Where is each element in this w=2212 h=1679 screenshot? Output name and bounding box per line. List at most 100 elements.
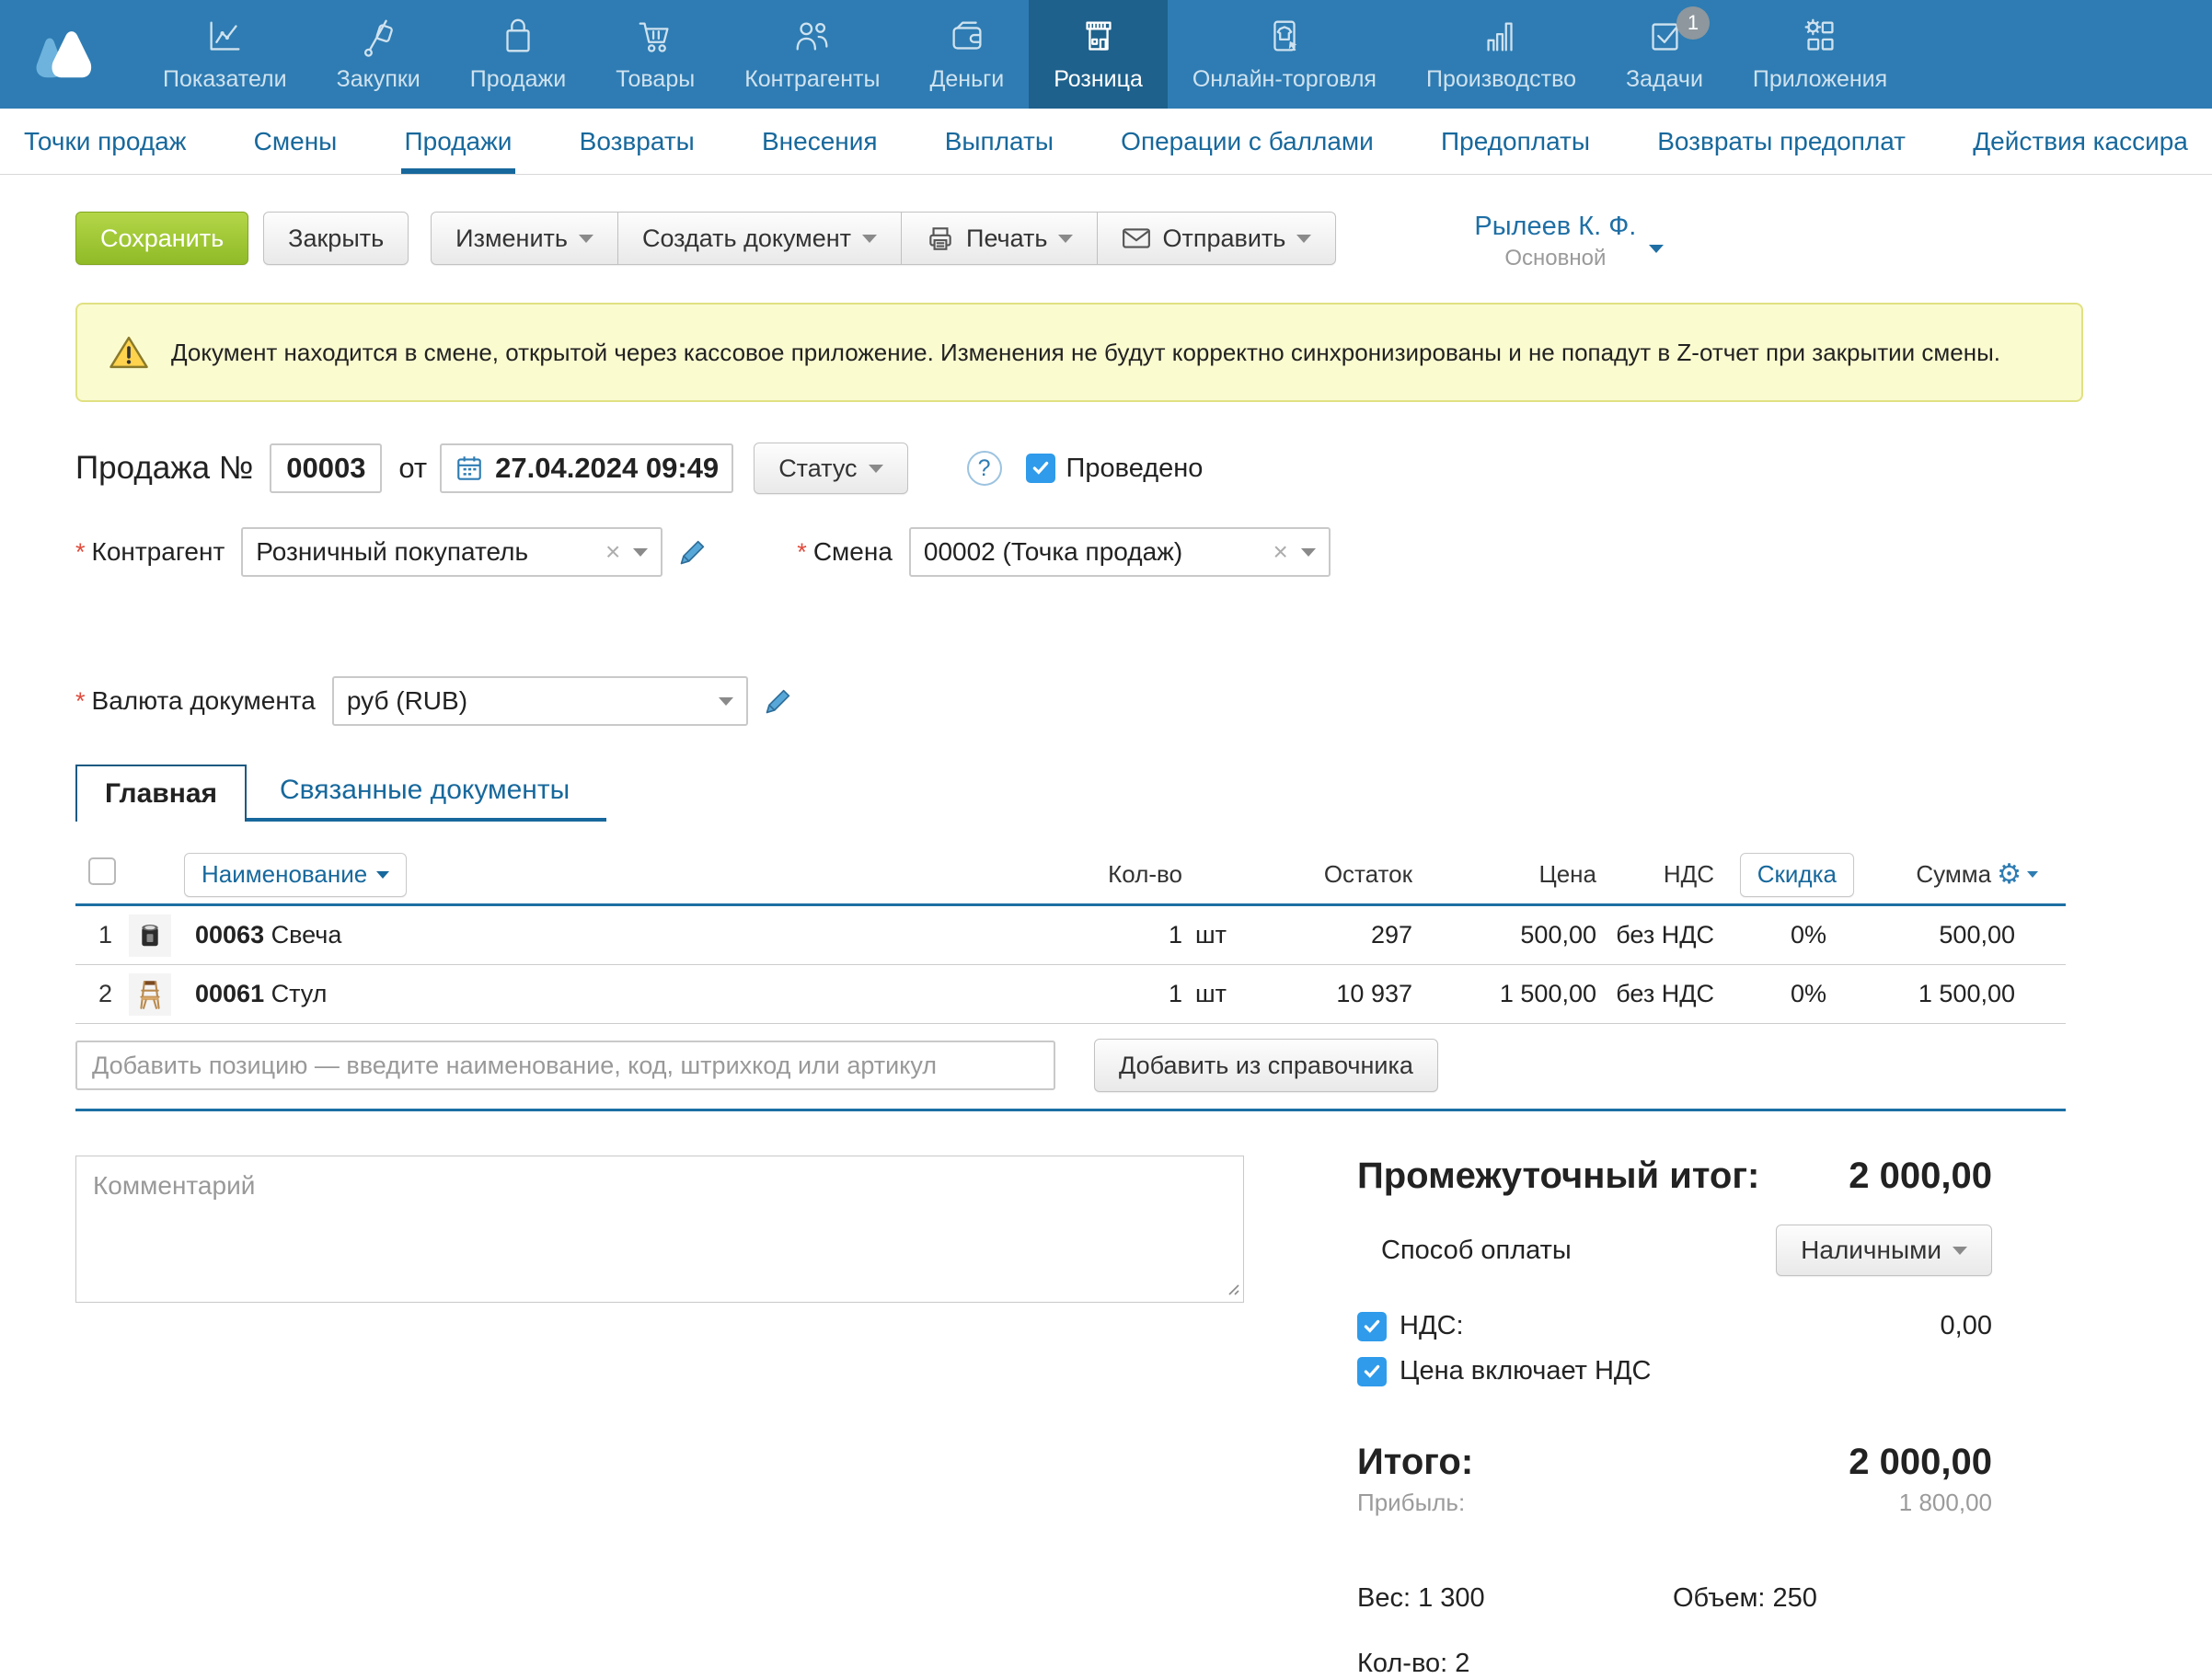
- positions-table: Наименование Кол-во Остаток Цена НДС Ски…: [75, 845, 2066, 1111]
- qty-value: 1: [1081, 921, 1182, 949]
- sidebar-item-tasks[interactable]: 1 Задачи: [1601, 0, 1728, 109]
- resize-handle[interactable]: [1225, 1281, 1239, 1295]
- check-icon: [1362, 1362, 1382, 1382]
- sidebar-item-sales[interactable]: Продажи: [445, 0, 591, 109]
- approved-checkbox[interactable]: [1026, 454, 1055, 483]
- tab-returns[interactable]: Возвраты: [580, 109, 695, 174]
- select-all-checkbox[interactable]: [88, 857, 116, 885]
- tab-shifts[interactable]: Смены: [254, 109, 338, 174]
- clear-icon[interactable]: ×: [1273, 537, 1288, 567]
- document-content-tabs: Главная Связанные документы: [75, 763, 2066, 822]
- positions-table-header: Наименование Кол-во Остаток Цена НДС Ски…: [75, 845, 2066, 906]
- price-includes-vat-checkbox[interactable]: [1357, 1357, 1387, 1386]
- contractor-shift-row: * Контрагент Розничный покупатель × * См…: [75, 527, 2066, 577]
- table-row[interactable]: 2 00061 Стул 1 шт 10 937 1 500,00 без НД…: [75, 965, 2066, 1024]
- tab-sales[interactable]: Продажи: [405, 109, 513, 174]
- subtotal-label: Промежуточный итог:: [1357, 1156, 1759, 1197]
- sidebar-item-counterparties[interactable]: Контрагенты: [720, 0, 904, 109]
- payment-method-dropdown[interactable]: Наличными: [1776, 1225, 1992, 1276]
- currency-select[interactable]: руб (RUB): [332, 676, 748, 726]
- edit-pencil-icon[interactable]: [763, 685, 794, 717]
- clear-icon[interactable]: ×: [605, 537, 620, 567]
- sidebar-item-online-trade[interactable]: Онлайн-торговля: [1168, 0, 1401, 109]
- tab-prepayments[interactable]: Предоплаты: [1441, 109, 1590, 174]
- add-position-input[interactable]: [75, 1041, 1055, 1090]
- cart-icon: [634, 16, 676, 58]
- table-row[interactable]: 1 00063 Свеча 1 шт 297 500,00 без НДС 0%…: [75, 906, 2066, 965]
- comment-textarea[interactable]: [75, 1156, 1244, 1303]
- shift-label: Смена: [813, 537, 893, 567]
- stock-value: 10 937: [1238, 980, 1412, 1008]
- subtotal-row: Промежуточный итог: 2 000,00: [1357, 1156, 1992, 1197]
- contractor-select[interactable]: Розничный покупатель ×: [241, 527, 662, 577]
- name-column-sort-button[interactable]: Наименование: [184, 853, 407, 897]
- product-code: 00063: [195, 921, 264, 949]
- vat-checkbox[interactable]: [1357, 1312, 1387, 1341]
- tab-deposits[interactable]: Внесения: [762, 109, 878, 174]
- print-button[interactable]: Печать: [902, 212, 1098, 265]
- wallet-icon: [946, 16, 988, 58]
- row-number: 2: [75, 980, 120, 1008]
- tasks-badge: 1: [1676, 6, 1710, 40]
- add-from-catalog-button[interactable]: Добавить из справочника: [1094, 1039, 1438, 1092]
- tab-payouts[interactable]: Выплаты: [945, 109, 1054, 174]
- tab-prepayment-returns[interactable]: Возвраты предоплат: [1657, 109, 1906, 174]
- price-value: 1 500,00: [1412, 980, 1596, 1008]
- edit-button[interactable]: Изменить: [431, 212, 618, 265]
- sidebar-item-indicators[interactable]: Показатели: [138, 0, 312, 109]
- tab-main[interactable]: Главная: [75, 765, 247, 822]
- sidebar-item-retail[interactable]: Розница: [1029, 0, 1168, 109]
- close-button[interactable]: Закрыть: [263, 212, 409, 265]
- sidebar-item-production[interactable]: Производство: [1401, 0, 1601, 109]
- stock-value: 297: [1238, 921, 1412, 949]
- create-document-button[interactable]: Создать документ: [618, 212, 902, 265]
- chevron-down-icon: [376, 871, 389, 879]
- row-number: 1: [75, 921, 120, 949]
- help-icon[interactable]: ?: [967, 451, 1002, 486]
- status-dropdown[interactable]: Статус: [754, 443, 907, 494]
- discount-column-button[interactable]: Скидка: [1740, 853, 1854, 897]
- nav-label: Задачи: [1626, 66, 1703, 93]
- nav-label: Деньги: [929, 66, 1004, 93]
- sidebar-item-goods[interactable]: Товары: [591, 0, 720, 109]
- contractor-value: Розничный покупатель: [256, 537, 605, 567]
- document-number-input[interactable]: 00003: [270, 443, 382, 493]
- edit-pencil-icon[interactable]: [677, 536, 709, 568]
- currency-value: руб (RUB): [347, 686, 719, 716]
- price-column-label: Цена: [1412, 860, 1596, 889]
- qty-value: 1: [1081, 980, 1182, 1008]
- sidebar-item-money[interactable]: Деньги: [904, 0, 1029, 109]
- tab-linked-documents[interactable]: Связанные документы: [247, 763, 606, 822]
- sidebar-item-purchases[interactable]: Закупки: [312, 0, 445, 109]
- product-name: Свеча: [271, 921, 342, 949]
- nav-label: Производство: [1426, 66, 1576, 93]
- tab-cashier-actions[interactable]: Действия кассира: [1973, 109, 2188, 174]
- nav-label: Онлайн-торговля: [1192, 66, 1377, 93]
- nav-label: Закупки: [337, 66, 421, 93]
- save-button[interactable]: Сохранить: [75, 212, 248, 265]
- required-marker: *: [797, 538, 807, 567]
- tab-points-of-sale[interactable]: Точки продаж: [24, 109, 186, 174]
- shift-select[interactable]: 00002 (Точка продаж) ×: [909, 527, 1331, 577]
- tab-points-operations[interactable]: Операции с баллами: [1121, 109, 1374, 174]
- user-role: Основной: [1474, 246, 1636, 271]
- currency-label: Валюта документа: [92, 686, 316, 716]
- vat-value: 0,00: [1941, 1311, 1992, 1341]
- price-value: 500,00: [1412, 921, 1596, 949]
- gear-icon[interactable]: ⚙: [1997, 858, 2022, 891]
- production-icon: [1480, 16, 1522, 58]
- app-logo[interactable]: [0, 0, 138, 109]
- current-user-menu[interactable]: Рылеев К. Ф. Основной: [1474, 212, 1636, 271]
- check-icon: [1362, 1317, 1382, 1337]
- sidebar-item-apps[interactable]: Приложения: [1728, 0, 1912, 109]
- chevron-down-icon: [633, 548, 648, 557]
- sum-value: 500,00: [1854, 921, 2066, 949]
- send-button[interactable]: Отправить: [1098, 212, 1336, 265]
- required-marker: *: [75, 538, 86, 567]
- total-value: 2 000,00: [1849, 1442, 1992, 1483]
- printer-icon: [926, 224, 955, 253]
- document-datetime-input[interactable]: 27.04.2024 09:49: [440, 443, 733, 493]
- vat-column-label: НДС: [1596, 860, 1734, 889]
- handtruck-icon: [357, 16, 399, 58]
- nav-label: Приложения: [1753, 66, 1887, 93]
